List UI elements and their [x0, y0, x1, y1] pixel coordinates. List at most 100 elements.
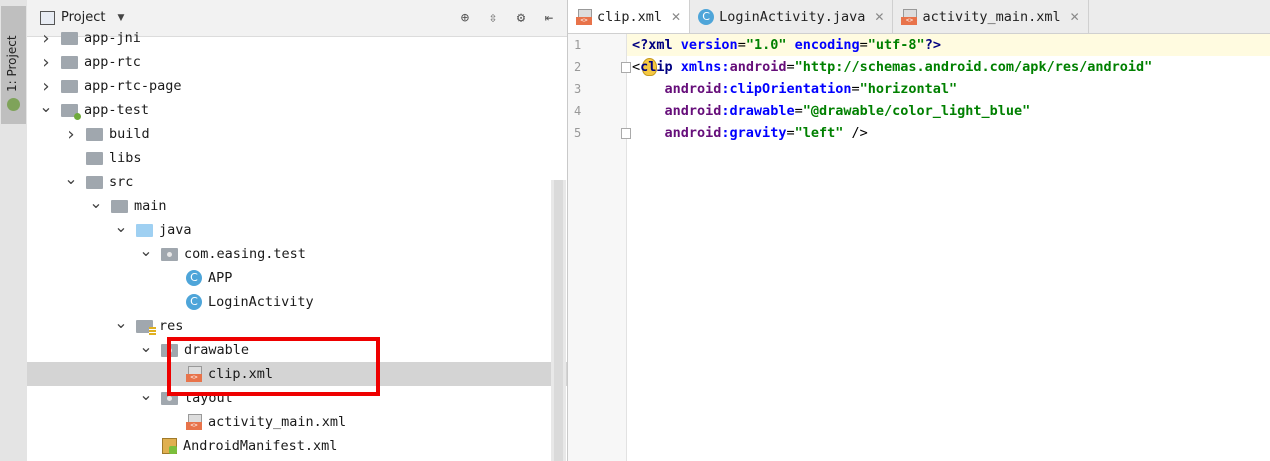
code-token: /> [851, 125, 868, 141]
code-line: android:clipOrientation="horizontal" [632, 78, 958, 100]
tree-item-label: build [109, 126, 150, 142]
tree-item-label: APP [208, 270, 233, 286]
class-icon: C [186, 270, 202, 286]
xml-file-icon [901, 8, 918, 25]
hide-icon[interactable]: ⇤ [541, 10, 557, 26]
project-tool-label[interactable]: 1: Project [5, 35, 19, 92]
code-token: "left" [794, 125, 852, 141]
xml-file-icon [186, 414, 202, 430]
code-token: :clipOrientation [721, 81, 852, 97]
tree-item[interactable]: activity_main.xml [27, 410, 567, 434]
chevron-down-icon[interactable]: ⌄ [114, 217, 128, 236]
code-token: xmlns: [680, 59, 730, 75]
tree-item-label: com.easing.test [184, 246, 306, 262]
chevron-right-icon[interactable]: › [39, 28, 53, 49]
line-number: 5 [574, 126, 582, 140]
code-token: android [664, 125, 722, 141]
code-line: <clip xmlns:android="http://schemas.andr… [632, 56, 1152, 78]
tree-item-label: app-jni [84, 30, 141, 46]
close-icon[interactable]: ✕ [671, 10, 681, 24]
tree-item[interactable]: › build [27, 122, 567, 146]
fold-marker-icon[interactable] [621, 62, 631, 73]
folder-icon [86, 151, 103, 165]
editor-tab-label: activity_main.xml [922, 8, 1061, 25]
tree-item-label: AndroidManifest.xml [183, 438, 338, 454]
chevron-down-icon[interactable]: ⌄ [64, 169, 78, 188]
code-token: "1.0" [745, 37, 795, 53]
code-line: android:gravity="left" /> [632, 122, 868, 144]
chevron-down-icon[interactable]: ⌄ [39, 97, 53, 116]
code-token: "@drawable/color_light_blue" [802, 103, 1031, 119]
code-token: :gravity [721, 125, 787, 141]
tree-item-label: app-test [84, 102, 150, 118]
class-icon: C [186, 294, 202, 310]
code-token: <?xml [632, 37, 681, 53]
project-view-selector[interactable]: Project ▼ [40, 10, 124, 25]
chevron-right-icon[interactable]: › [64, 124, 78, 145]
folder-icon [161, 247, 178, 261]
tree-item-label: activity_main.xml [208, 414, 347, 430]
chevron-down-icon[interactable]: ⌄ [139, 241, 153, 260]
tree-item-label: app-rtc [84, 54, 141, 70]
code-token: = [851, 81, 860, 97]
tree-item[interactable]: C APP [27, 266, 567, 290]
tree-item[interactable]: ⌄ com.easing.test [27, 241, 567, 266]
line-number: 2 [574, 60, 582, 74]
editor-panel: clip.xml✕CLoginActivity.java✕activity_ma… [568, 0, 1270, 461]
tree-item[interactable]: › app-rtc [27, 50, 567, 74]
code-token: android [729, 59, 787, 75]
code-token: = [786, 59, 795, 75]
tree-item-label: app-rtc-page [84, 78, 182, 94]
tool-window-stripe: 1: Project [0, 0, 28, 461]
tree-item[interactable]: › app-rtc-page [27, 74, 567, 98]
editor-tab[interactable]: clip.xml ✕ [568, 0, 691, 33]
project-panel: Project ▼ ⊕ ⇳ ⚙ ⇤ › app-jni › app-rtc › app-r… [27, 0, 567, 461]
folder-icon [136, 319, 156, 335]
tree-item[interactable]: ⌄ src [27, 169, 567, 194]
chevron-down-icon[interactable]: ⌄ [114, 313, 128, 332]
chevron-right-icon[interactable]: › [39, 76, 53, 97]
code-token: < [632, 59, 641, 75]
editor-tab-label: LoginActivity.java [719, 8, 866, 25]
code-token: = [737, 37, 746, 53]
tree-item-label: src [109, 174, 134, 190]
code-token: :drawable [721, 103, 795, 119]
tree-item[interactable]: libs [27, 146, 567, 170]
editor-tab[interactable]: C LoginActivity.java ✕ [690, 0, 894, 33]
project-icon [40, 10, 55, 25]
tree-item[interactable]: ⌄ app-test [27, 97, 567, 122]
project-title: Project [61, 10, 106, 25]
folder-icon [111, 199, 128, 213]
line-gutter: 1 2 3 4 5 [568, 34, 627, 461]
tree-item[interactable]: C LoginActivity [27, 290, 567, 314]
close-icon[interactable]: ✕ [874, 10, 884, 24]
code-token: version [680, 37, 738, 53]
chevron-down-icon[interactable]: ⌄ [139, 385, 153, 404]
chevron-right-icon[interactable]: › [39, 52, 53, 73]
tree-item-label: main [134, 198, 167, 214]
tree-item[interactable]: ⌄ res [27, 313, 567, 338]
code-token: "utf-8" [867, 37, 925, 53]
scrollbar-thumb[interactable] [554, 180, 563, 461]
fold-end-icon[interactable] [621, 128, 631, 139]
line-number: 4 [574, 104, 582, 118]
code-token: ?> [924, 37, 941, 53]
tree-item[interactable]: ⌄ main [27, 193, 567, 218]
code-token: = [786, 125, 795, 141]
code-token: clip [640, 59, 681, 75]
tree-item[interactable]: ⌄ java [27, 217, 567, 242]
tree-item[interactable]: › app-jni [27, 26, 567, 50]
tree-item[interactable]: AndroidManifest.xml [27, 434, 567, 458]
chevron-down-icon[interactable]: ⌄ [89, 193, 103, 212]
gear-icon[interactable]: ⚙ [513, 10, 529, 26]
code-line: <?xml version="1.0" encoding="utf-8"?> [632, 34, 941, 56]
tree-scrollbar[interactable] [551, 180, 566, 461]
folder-icon [86, 175, 103, 189]
folder-icon [86, 127, 103, 141]
chevron-down-icon[interactable]: ⌄ [139, 337, 153, 356]
locate-icon[interactable]: ⊕ [457, 10, 473, 26]
collapse-all-icon[interactable]: ⇳ [485, 10, 501, 26]
close-icon[interactable]: ✕ [1070, 10, 1080, 24]
editor-tab[interactable]: activity_main.xml ✕ [893, 0, 1089, 33]
